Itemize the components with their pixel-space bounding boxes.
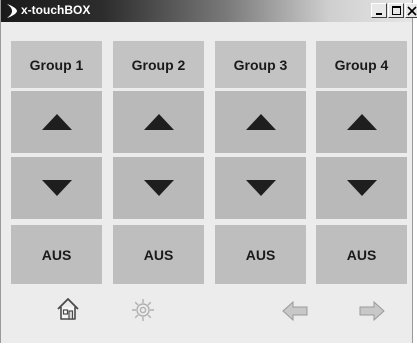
group-1-up-button[interactable] (11, 91, 102, 153)
group-3-up-button[interactable] (215, 91, 306, 153)
group-4-header: Group 4 (316, 41, 407, 88)
group-4-off-label: AUS (346, 246, 377, 263)
triangle-up-icon (41, 114, 72, 130)
group-3-off-label: AUS (245, 246, 276, 263)
group-4-down-button[interactable] (316, 157, 407, 219)
triangle-down-icon (346, 180, 377, 196)
group-2-label: Group 2 (131, 56, 186, 73)
group-2-down-button[interactable] (113, 157, 204, 219)
group-2-header: Group 2 (113, 41, 204, 88)
group-control-grid: Group 1 Group 2 Group 3 Group 4 AUS AUS … (11, 41, 407, 288)
triangle-up-icon (346, 114, 377, 130)
arrow-logo-icon (7, 4, 17, 18)
group-3-off-button[interactable]: AUS (215, 225, 306, 284)
triangle-down-icon (245, 180, 276, 196)
group-3-header: Group 3 (215, 41, 306, 88)
home-icon[interactable] (55, 296, 81, 322)
group-1-off-button[interactable]: AUS (11, 225, 102, 284)
group-4-up-button[interactable] (316, 91, 407, 153)
group-4-off-button[interactable]: AUS (316, 225, 407, 284)
minimize-button[interactable] (371, 3, 387, 18)
triangle-down-icon (143, 180, 174, 196)
bottom-toolbar (1, 290, 412, 343)
title-bar[interactable]: x-touchBOX (1, 0, 417, 22)
group-4-label: Group 4 (334, 56, 389, 73)
triangle-down-icon (41, 180, 72, 196)
maximize-button[interactable] (388, 3, 404, 18)
arrow-right-icon[interactable] (358, 300, 386, 322)
group-3-down-button[interactable] (215, 157, 306, 219)
group-1-off-label: AUS (41, 246, 72, 263)
close-icon (407, 6, 417, 16)
group-1-label: Group 1 (29, 56, 84, 73)
gear-icon[interactable] (130, 297, 156, 323)
triangle-up-icon (245, 114, 276, 130)
group-2-off-label: AUS (143, 246, 174, 263)
window-title: x-touchBOX (21, 3, 91, 17)
app-window: x-touchBOX Group 1 Group 2 Group 3 Group… (0, 0, 417, 343)
group-2-off-button[interactable]: AUS (113, 225, 204, 284)
group-3-label: Group 3 (233, 56, 288, 73)
triangle-up-icon (143, 114, 174, 130)
group-2-up-button[interactable] (113, 91, 204, 153)
group-1-header: Group 1 (11, 41, 102, 88)
group-1-down-button[interactable] (11, 157, 102, 219)
close-button[interactable] (405, 3, 417, 18)
arrow-left-icon[interactable] (281, 300, 309, 322)
